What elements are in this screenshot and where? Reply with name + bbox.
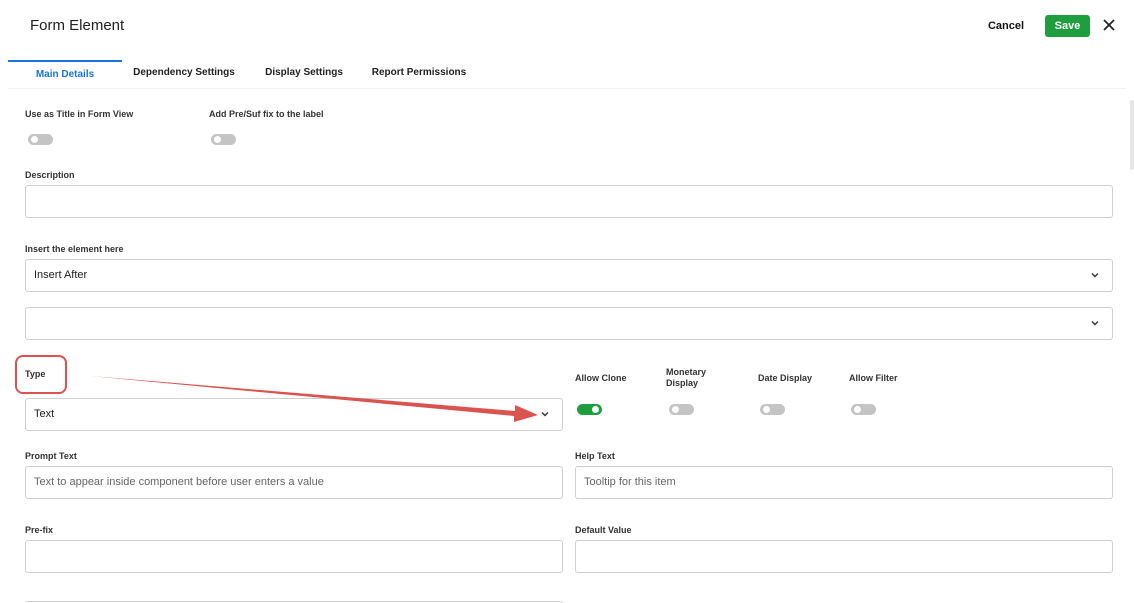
prompt-text-placeholder: Text to appear inside component before u… xyxy=(34,476,324,488)
prompt-text-input[interactable]: Text to appear inside component before u… xyxy=(25,466,563,499)
dialog-header: Form Element Cancel Save xyxy=(0,0,1134,60)
insert-element-label: Insert the element here xyxy=(25,244,124,254)
type-value: Text xyxy=(34,408,55,420)
prefix-label: Pre-fix xyxy=(25,525,54,535)
chevron-down-icon xyxy=(1091,273,1099,278)
chevron-down-icon xyxy=(541,412,549,417)
allow-filter-toggle[interactable] xyxy=(851,404,876,415)
tab-main-details[interactable]: Main Details xyxy=(8,60,122,87)
date-display-toggle[interactable] xyxy=(760,404,785,415)
close-icon[interactable] xyxy=(1100,16,1118,34)
insert-position-select[interactable]: Insert After xyxy=(25,259,1113,292)
monetary-display-label-line1: Monetary xyxy=(666,367,707,377)
chevron-down-icon xyxy=(1091,321,1099,326)
type-select[interactable]: Text xyxy=(25,398,563,431)
prefix-input[interactable] xyxy=(25,540,563,573)
default-value-label: Default Value xyxy=(575,525,632,535)
save-button[interactable]: Save xyxy=(1045,15,1090,37)
monetary-display-label: Monetary Display xyxy=(666,367,706,389)
main-panel: Use as Title in Form View Add Pre/Suf fi… xyxy=(8,88,1126,603)
monetary-display-toggle[interactable] xyxy=(669,404,694,415)
add-prefix-suffix-label: Add Pre/Suf fix to the label xyxy=(209,109,324,119)
help-text-placeholder: Tooltip for this item xyxy=(584,476,676,488)
default-value-input[interactable] xyxy=(575,540,1113,573)
cancel-button[interactable]: Cancel xyxy=(981,15,1031,37)
tab-report-permissions[interactable]: Report Permissions xyxy=(364,60,474,87)
scrollbar[interactable] xyxy=(1130,100,1134,170)
help-text-label: Help Text xyxy=(575,451,615,461)
insert-target-select[interactable] xyxy=(25,307,1113,340)
prompt-text-label: Prompt Text xyxy=(25,451,77,461)
allow-clone-label: Allow Clone xyxy=(575,373,627,383)
monetary-display-label-line2: Display xyxy=(666,378,699,388)
type-label: Type xyxy=(25,369,46,379)
description-input[interactable] xyxy=(25,185,1113,218)
date-display-label: Date Display xyxy=(758,373,813,383)
add-prefix-suffix-toggle[interactable] xyxy=(211,134,236,145)
allow-filter-label: Allow Filter xyxy=(849,373,898,383)
use-as-title-label: Use as Title in Form View xyxy=(25,109,134,119)
use-as-title-toggle[interactable] xyxy=(28,134,53,145)
annotation-arrow xyxy=(90,376,538,422)
insert-position-value: Insert After xyxy=(34,269,88,281)
description-label: Description xyxy=(25,170,75,180)
allow-clone-toggle[interactable] xyxy=(577,404,602,415)
tab-display-settings[interactable]: Display Settings xyxy=(256,60,352,87)
tab-bar: Main Details Dependency Settings Display… xyxy=(0,60,1134,87)
dialog-title: Form Element xyxy=(30,17,125,34)
help-text-input[interactable]: Tooltip for this item xyxy=(575,466,1113,499)
tab-dependency-settings[interactable]: Dependency Settings xyxy=(126,60,242,87)
